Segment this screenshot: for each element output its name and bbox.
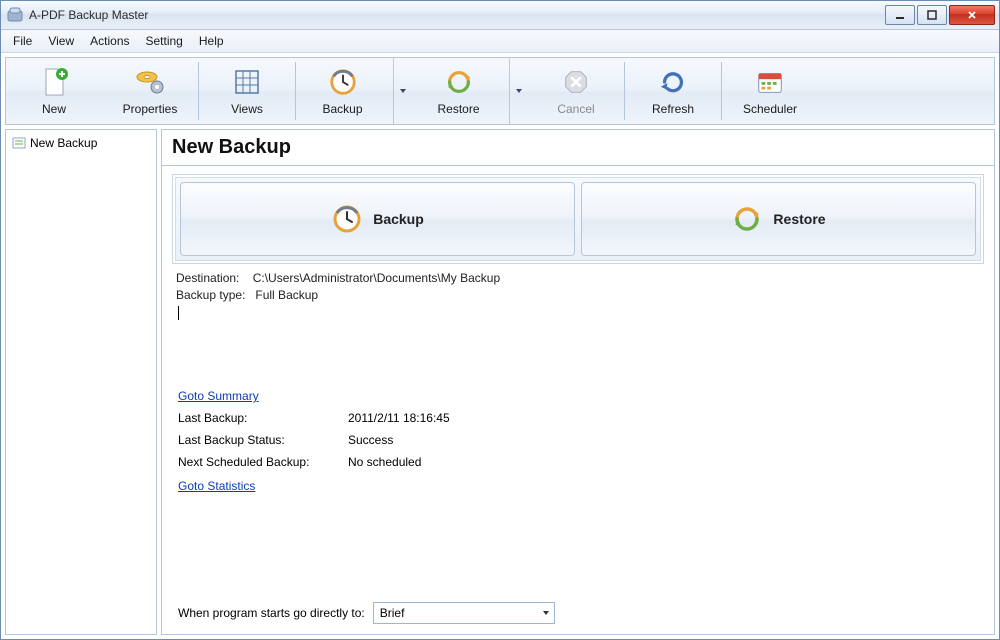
sidebar-item-new-backup[interactable]: New Backup (10, 134, 152, 152)
properties-label: Properties (123, 102, 178, 116)
next-scheduled-value: No scheduled (348, 455, 421, 469)
clock-backup-icon (327, 66, 359, 98)
start-directly-value: Brief (380, 606, 405, 620)
last-status-value: Success (348, 433, 393, 447)
main-title-row: New Backup (161, 129, 995, 165)
refresh-arrows-icon (731, 203, 763, 235)
restore-label: Restore (437, 102, 479, 116)
start-directly-label: When program starts go directly to: (178, 606, 365, 620)
scheduler-button[interactable]: Scheduler (722, 58, 818, 124)
restore-button[interactable]: Restore (412, 58, 528, 124)
big-restore-label: Restore (773, 211, 825, 227)
refresh-arrows-icon (443, 66, 475, 98)
big-backup-label: Backup (373, 211, 424, 227)
goto-summary-link[interactable]: Goto Summary (178, 389, 259, 403)
grid-icon (231, 66, 263, 98)
window-controls (885, 5, 995, 25)
body: New Backup New Backup (1, 129, 999, 639)
refresh-label: Refresh (652, 102, 694, 116)
next-scheduled-label: Next Scheduled Backup: (178, 455, 348, 469)
refresh-icon (657, 66, 689, 98)
maximize-button[interactable] (917, 5, 947, 25)
backup-dropdown[interactable] (393, 58, 412, 124)
window-title: A-PDF Backup Master (29, 8, 885, 22)
big-restore-button[interactable]: Restore (581, 182, 976, 256)
toolbar: New Properties (5, 57, 995, 125)
cancel-button: Cancel (528, 58, 624, 124)
scheduler-label: Scheduler (743, 102, 797, 116)
sidebar: New Backup (5, 129, 157, 635)
big-backup-button[interactable]: Backup (180, 182, 575, 256)
titlebar: A-PDF Backup Master (1, 1, 999, 30)
last-status-label: Last Backup Status: (178, 433, 348, 447)
menu-file[interactable]: File (5, 30, 40, 52)
summary-block: Goto Summary Last Backup: 2011/2/11 18:1… (172, 379, 984, 493)
page-title: New Backup (172, 136, 984, 159)
views-label: Views (231, 102, 263, 116)
last-backup-label: Last Backup: (178, 411, 348, 425)
main: New Backup (161, 129, 995, 635)
goto-statistics-link[interactable]: Goto Statistics (178, 479, 255, 493)
properties-button[interactable]: Properties (102, 58, 198, 124)
destination-label: Destination: (176, 271, 239, 285)
action-panel: Backup Restore (172, 174, 984, 264)
last-backup-value: 2011/2/11 18:16:45 (348, 411, 450, 425)
menubar: File View Actions Setting Help (1, 30, 999, 53)
menu-view[interactable]: View (40, 30, 82, 52)
clock-backup-icon (331, 203, 363, 235)
window: A-PDF Backup Master File View Actions Se… (0, 0, 1000, 640)
close-button[interactable] (949, 5, 995, 25)
minimize-button[interactable] (885, 5, 915, 25)
text-caret (178, 306, 179, 320)
app-icon (7, 7, 23, 23)
cancel-label: Cancel (557, 102, 594, 116)
sidebar-item-label: New Backup (30, 136, 97, 150)
calendar-icon (754, 66, 786, 98)
main-content: Backup Restore (161, 165, 995, 635)
chevron-down-icon (542, 609, 550, 617)
backup-label: Backup (322, 102, 362, 116)
disk-gear-icon (134, 66, 166, 98)
menu-actions[interactable]: Actions (82, 30, 137, 52)
menu-setting[interactable]: Setting (138, 30, 191, 52)
backup-button[interactable]: Backup (296, 58, 412, 124)
backup-type-value: Full Backup (255, 288, 318, 302)
cancel-icon (560, 66, 592, 98)
backup-type-label: Backup type: (176, 288, 245, 302)
document-new-icon (38, 66, 70, 98)
new-button[interactable]: New (6, 58, 102, 124)
list-item-icon (12, 136, 26, 150)
info-lines: Destination: C:\Users\Administrator\Docu… (172, 264, 984, 321)
views-button[interactable]: Views (199, 58, 295, 124)
restore-dropdown[interactable] (509, 58, 528, 124)
refresh-button[interactable]: Refresh (625, 58, 721, 124)
start-directly-row: When program starts go directly to: Brie… (172, 596, 984, 624)
toolbar-wrap: New Properties (1, 53, 999, 129)
destination-value: C:\Users\Administrator\Documents\My Back… (253, 271, 500, 285)
start-directly-select[interactable]: Brief (373, 602, 555, 624)
new-label: New (42, 102, 66, 116)
menu-help[interactable]: Help (191, 30, 232, 52)
